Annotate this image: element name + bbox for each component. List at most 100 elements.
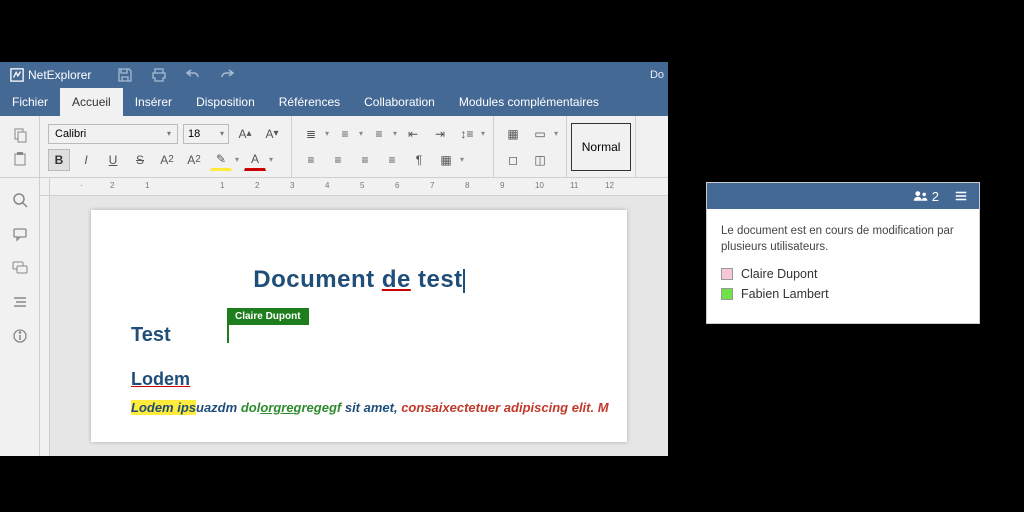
document-title-partial: Do: [650, 69, 668, 81]
document-title[interactable]: Document de test: [131, 266, 587, 294]
menu-references[interactable]: Références: [267, 88, 352, 116]
ribbon-clipboard: [0, 116, 40, 177]
menu-file[interactable]: Fichier: [0, 88, 60, 116]
paste-icon[interactable]: [12, 151, 28, 167]
bullets-button[interactable]: ≣: [300, 123, 322, 145]
menu-layout[interactable]: Disposition: [184, 88, 267, 116]
menu-collaboration[interactable]: Collaboration: [352, 88, 447, 116]
title-ul: de: [382, 266, 411, 293]
chevron-down-icon[interactable]: ▾: [269, 155, 273, 164]
user-color-swatch: [721, 268, 733, 280]
chevron-down-icon: ▾: [220, 129, 224, 138]
ruler-tick: 1: [220, 181, 224, 190]
shading-button[interactable]: ▦: [435, 149, 457, 171]
align-right-button[interactable]: ≡: [354, 149, 376, 171]
page-viewport: Document de test Claire Dupont Test Lode…: [50, 196, 668, 456]
insert-shape-icon[interactable]: ◻: [502, 149, 524, 171]
menubar: Fichier Accueil Insérer Disposition Réfé…: [0, 88, 668, 116]
titlebar-quick-actions: [101, 67, 235, 83]
chevron-down-icon[interactable]: ▾: [393, 129, 397, 138]
style-normal[interactable]: Normal: [571, 123, 631, 171]
chat-icon[interactable]: [12, 260, 28, 276]
hamburger-icon[interactable]: [953, 189, 969, 203]
superscript-button[interactable]: A2: [156, 149, 178, 171]
chevron-down-icon[interactable]: ▾: [460, 155, 464, 164]
horizontal-ruler[interactable]: · 2 1 1 2 3 4 5 6 7 8 9 10 11 12: [50, 178, 668, 196]
bold-button[interactable]: B: [48, 149, 70, 171]
underline-button[interactable]: U: [102, 149, 124, 171]
ruler-tick: 8: [465, 181, 469, 190]
para-highlight: Lodem ips: [131, 400, 196, 415]
line-spacing-button[interactable]: ↕≡: [456, 123, 478, 145]
collab-user-row: Claire Dupont: [721, 267, 965, 281]
menu-home[interactable]: Accueil: [60, 88, 123, 116]
info-icon[interactable]: [12, 328, 28, 344]
numbering-button[interactable]: ≡: [334, 123, 356, 145]
navigation-icon[interactable]: [12, 294, 28, 310]
vertical-ruler[interactable]: [40, 196, 50, 456]
font-color-button[interactable]: A: [244, 149, 266, 171]
left-sidebar: [0, 178, 40, 456]
align-left-button[interactable]: ≡: [300, 149, 322, 171]
ribbon-font-group: Calibri▾ 18▾ A▴ A▾ B I U S A2 A2 ✎▾ A▾: [40, 116, 292, 177]
insert-table-icon[interactable]: ▦: [502, 123, 524, 145]
ruler-tick: 2: [110, 181, 114, 190]
collab-users-indicator[interactable]: 2: [913, 189, 939, 204]
menu-plugins[interactable]: Modules complémentaires: [447, 88, 611, 116]
chevron-down-icon[interactable]: ▾: [554, 129, 558, 138]
redo-icon[interactable]: [219, 67, 235, 83]
comments-icon[interactable]: [12, 226, 28, 242]
collab-user-count: 2: [932, 189, 939, 204]
ruler-tick: 2: [255, 181, 259, 190]
titlebar: NetExplorer Do: [0, 62, 668, 88]
align-justify-button[interactable]: ≡: [381, 149, 403, 171]
outdent-button[interactable]: ⇤: [402, 123, 424, 145]
indent-button[interactable]: ⇥: [429, 123, 451, 145]
chevron-down-icon[interactable]: ▾: [359, 129, 363, 138]
text-caret: [463, 269, 465, 293]
font-name-select[interactable]: Calibri▾: [48, 124, 178, 144]
ruler-tick: 10: [535, 181, 544, 190]
chevron-down-icon[interactable]: ▾: [481, 129, 485, 138]
undo-icon[interactable]: [185, 67, 201, 83]
ruler-tick: 1: [145, 181, 149, 190]
editor-window: NetExplorer Do Fichier Accueil Insérer D…: [0, 62, 668, 456]
insert-image-icon[interactable]: ▭: [529, 123, 551, 145]
print-icon[interactable]: [151, 67, 167, 83]
ruler-tick: 12: [605, 181, 614, 190]
ruler-tick: 7: [430, 181, 434, 190]
copy-icon[interactable]: [12, 127, 28, 143]
save-icon[interactable]: [117, 67, 133, 83]
shrink-font-button[interactable]: A▾: [261, 123, 283, 145]
menu-insert[interactable]: Insérer: [123, 88, 184, 116]
ribbon: Calibri▾ 18▾ A▴ A▾ B I U S A2 A2 ✎▾ A▾: [0, 116, 668, 178]
italic-button[interactable]: I: [75, 149, 97, 171]
chevron-down-icon[interactable]: ▾: [235, 155, 239, 164]
user-name: Fabien Lambert: [741, 287, 829, 301]
search-icon[interactable]: [12, 192, 28, 208]
ruler-tick: 6: [395, 181, 399, 190]
ribbon-styles-group: Normal: [567, 116, 636, 177]
font-size-select[interactable]: 18 ▾: [183, 124, 229, 144]
highlight-button[interactable]: ✎: [210, 149, 232, 171]
heading-test[interactable]: Test: [131, 324, 587, 347]
insert-chart-icon[interactable]: ◫: [529, 149, 551, 171]
ribbon-paragraph-group: ≣▾ ≡▾ ≡▾ ⇤ ⇥ ↕≡▾ ≡ ≡ ≡ ≡ ¶ ▦▾: [292, 116, 494, 177]
align-center-button[interactable]: ≡: [327, 149, 349, 171]
chevron-down-icon[interactable]: ▾: [325, 129, 329, 138]
document-page[interactable]: Document de test Claire Dupont Test Lode…: [91, 210, 627, 442]
subscript-button[interactable]: A2: [183, 149, 205, 171]
font-size-value: 18: [188, 128, 200, 140]
strike-button[interactable]: S: [129, 149, 151, 171]
chevron-down-icon: ▾: [167, 129, 171, 138]
para-seg: orgre: [260, 400, 293, 415]
multilevel-button[interactable]: ≡: [368, 123, 390, 145]
body-paragraph[interactable]: Lodem ipsuazdm dolorgregregegf sit amet,…: [131, 400, 587, 415]
grow-font-button[interactable]: A▴: [234, 123, 256, 145]
heading-lodem[interactable]: Lodem: [131, 369, 587, 390]
nonprinting-button[interactable]: ¶: [408, 149, 430, 171]
para-seg: gregegf: [294, 400, 345, 415]
ruler-tick: 5: [360, 181, 364, 190]
collaborator-name-flag: Claire Dupont: [227, 308, 309, 325]
para-seg: consaixectetuer adipiscing elit. M: [401, 400, 608, 415]
